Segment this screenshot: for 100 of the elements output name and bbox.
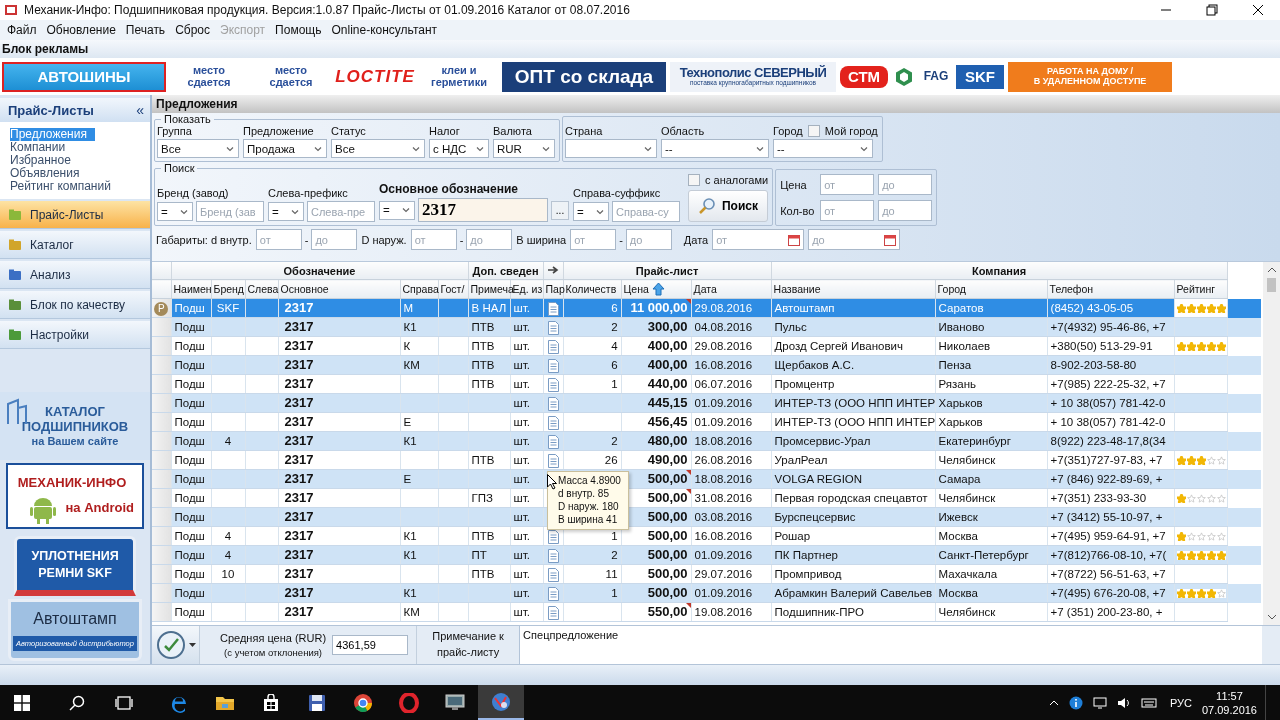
table-row[interactable]: Подш 4 2317 К1 шт. 2 480,00 18.08.2016 Промсервис-Урал Екатеринбург 8(922) 223-48-17,8(34 xyxy=(152,431,1261,451)
nav-item[interactable]: Анализ xyxy=(0,261,150,289)
designation-field[interactable]: 2317 xyxy=(418,198,548,222)
operator-dropdown[interactable]: = xyxy=(379,200,415,220)
note-field[interactable]: Спецпредложение xyxy=(519,626,1262,664)
more-button[interactable]: ... xyxy=(551,200,569,220)
menu-item[interactable]: Сброс xyxy=(170,23,215,37)
input-field[interactable]: до xyxy=(311,229,358,250)
table-row[interactable]: Подш 2317 К ПТВ шт. 4 400,00 29.08.2016 Дрозд Сергей Иванович Николаев +380(50) 513-29-91 xyxy=(152,336,1261,356)
date-field[interactable]: до xyxy=(808,229,901,250)
input-field[interactable]: от xyxy=(570,229,617,250)
menu-item[interactable]: Печать xyxy=(120,23,171,37)
table-row[interactable]: Подш 2317 КМ шт. 550,00 19.08.2016 Подшипник-ПРО Челябинск +7 (351) 200-23-80, + xyxy=(152,602,1261,622)
table-row[interactable]: Подш 4 2317 К1 ПТ шт. 2 500,00 01.09.2016 ПК Партнер Санкт-Петербург +7(812)766-08-10, +7( xyxy=(152,545,1261,565)
scroll-down-icon[interactable] xyxy=(1266,613,1277,621)
table-row[interactable]: Подш 2317 К1 шт. 1 500,00 01.09.2016 Абрамкин Валерий Савельев Москва +7(495) 676-20-08, +7 xyxy=(152,583,1261,603)
dropdown[interactable]: Продажа xyxy=(243,139,327,158)
document-icon[interactable] xyxy=(547,301,559,316)
collapse-button[interactable]: « xyxy=(134,102,146,118)
dropdown[interactable]: с НДС xyxy=(429,139,489,158)
start-icon[interactable] xyxy=(14,694,30,711)
network-icon[interactable] xyxy=(1092,696,1107,709)
document-icon[interactable] xyxy=(547,529,559,544)
input-field[interactable]: до xyxy=(466,229,513,250)
sidebar-link[interactable]: Рейтинг компаний xyxy=(10,180,111,193)
info-icon[interactable] xyxy=(1068,695,1083,710)
operator-dropdown[interactable]: = xyxy=(157,202,193,221)
table-row[interactable]: Подш 2317 шт. 445,15 01.09.2016 ИНТЕР-ТЗ (ООО НПП ИНТЕР Харьков + 10 38(057) 781-42-0 xyxy=(152,393,1261,413)
search-icon[interactable] xyxy=(69,694,85,711)
document-icon[interactable] xyxy=(547,434,559,449)
sidebar-link[interactable]: Избранное xyxy=(10,154,71,167)
scrollbar[interactable] xyxy=(1263,262,1280,625)
sidebar-link[interactable]: Компании xyxy=(10,141,66,154)
language-indicator[interactable]: РУС xyxy=(1169,696,1192,709)
dropdown[interactable]: -- xyxy=(773,139,873,158)
ad-banner[interactable]: SKF xyxy=(956,64,1004,89)
document-icon[interactable] xyxy=(547,453,559,468)
checkbox[interactable] xyxy=(807,125,820,137)
nav-item[interactable]: Прайс-Листы xyxy=(0,201,150,229)
clock-date[interactable]: 07.09.2016 xyxy=(1201,702,1257,717)
nav-item[interactable]: Каталог xyxy=(0,231,150,259)
promo-banner[interactable]: МЕХАНИК-ИНФО на Android xyxy=(6,463,144,529)
input-field[interactable]: Слева-пре xyxy=(307,201,375,222)
document-icon[interactable] xyxy=(547,339,559,354)
table-row[interactable]: Подш 2317 ПТВ шт. 26 490,00 26.08.2016 УралРеал Челябинск +7(351)727-97-83, +7 xyxy=(152,450,1261,470)
input-field[interactable]: до xyxy=(878,200,933,221)
document-icon[interactable] xyxy=(547,396,559,411)
table-row[interactable]: Подш 2317 КМ ПТВ шт. 6 400,00 16.08.2016 Щербаков А.С. Пенза 8-902-203-58-80 xyxy=(152,355,1261,375)
document-icon[interactable] xyxy=(547,605,559,620)
close-icon[interactable] xyxy=(1252,4,1264,16)
document-icon[interactable] xyxy=(547,586,559,601)
document-icon[interactable] xyxy=(547,567,559,582)
promo-banner[interactable]: КАТАЛОГ ПОДШИПНИКОВ на Вашем сайте xyxy=(0,392,150,460)
table-row[interactable]: Подш 2317 К1 ПТВ шт. 2 300,00 04.08.2016 Пульс Иваново +7(4932) 95-46-86, +7 xyxy=(152,317,1261,337)
task-view-icon[interactable] xyxy=(115,695,133,710)
table-row[interactable]: Подш 10 2317 ПТВ шт. 11 500,00 29.07.2016 Промпривод Махачкала +7(8722) 56-51-63, +7 xyxy=(152,564,1261,584)
table-row[interactable]: Подш 2317 ПТВ шт. 1 440,00 06.07.2016 Промцентр Рязань +7(985) 222-25-32, +7 xyxy=(152,374,1261,394)
dropdown[interactable]: RUR xyxy=(493,139,555,158)
document-icon[interactable] xyxy=(547,377,559,392)
input-field[interactable]: от xyxy=(820,174,875,195)
document-icon[interactable] xyxy=(547,548,559,563)
input-field[interactable]: от xyxy=(255,229,302,250)
arrow-icon[interactable] xyxy=(547,264,560,275)
input-field[interactable]: Бренд (зав xyxy=(196,201,264,222)
nav-item[interactable]: Блок по качеству xyxy=(0,291,150,319)
export-button[interactable] xyxy=(152,626,200,664)
menu-item[interactable]: Обновление xyxy=(41,23,121,37)
menu-item[interactable]: Online-консультант xyxy=(326,23,443,37)
input-field[interactable]: Справа-су xyxy=(612,201,680,222)
keyboard-icon[interactable] xyxy=(1140,696,1157,709)
input-field[interactable]: до xyxy=(625,229,672,250)
ad-banner[interactable]: СТМ xyxy=(840,65,888,88)
menu-item[interactable]: Файл xyxy=(2,23,42,37)
checkbox[interactable] xyxy=(688,174,700,186)
scroll-up-icon[interactable] xyxy=(1266,266,1277,274)
ad-banner[interactable]: ОПТ со склада xyxy=(502,61,666,92)
operator-dropdown[interactable]: = xyxy=(573,202,609,221)
average-price-field[interactable]: 4361,59 xyxy=(332,635,409,655)
search-button[interactable]: Поиск xyxy=(688,190,768,222)
operator-dropdown[interactable]: = xyxy=(268,202,304,221)
clock-time[interactable]: 11:57 xyxy=(1216,688,1243,703)
scroll-thumb[interactable] xyxy=(1267,278,1276,292)
input-field[interactable]: до xyxy=(878,174,933,195)
document-icon[interactable] xyxy=(547,320,559,335)
table-row[interactable]: Подш 2317 Е шт. 456,45 01.09.2016 ИНТЕР-ТЗ (ООО НПП ИНТЕР Харьков + 10 38(057) 781-42-0 xyxy=(152,412,1261,432)
dropdown[interactable]: Все xyxy=(331,139,425,158)
input-field[interactable]: от xyxy=(410,229,457,250)
chevron-up-icon[interactable] xyxy=(1048,699,1059,706)
nav-item[interactable]: Настройки xyxy=(0,321,150,349)
menu-item[interactable]: Помощь xyxy=(270,23,327,37)
promo-banner[interactable]: УПЛОТНЕНИЯ РЕМНИ SKF xyxy=(14,536,136,596)
sidebar-link[interactable]: Объявления xyxy=(10,167,80,180)
maximize-icon[interactable] xyxy=(1206,4,1218,16)
speaker-icon[interactable] xyxy=(1116,696,1131,709)
document-icon[interactable] xyxy=(547,415,559,430)
dropdown[interactable]: -- xyxy=(661,139,769,158)
document-icon[interactable] xyxy=(547,358,559,373)
input-field[interactable]: от xyxy=(820,200,875,221)
date-field[interactable]: от xyxy=(712,229,805,250)
dropdown[interactable]: Все xyxy=(157,139,239,158)
